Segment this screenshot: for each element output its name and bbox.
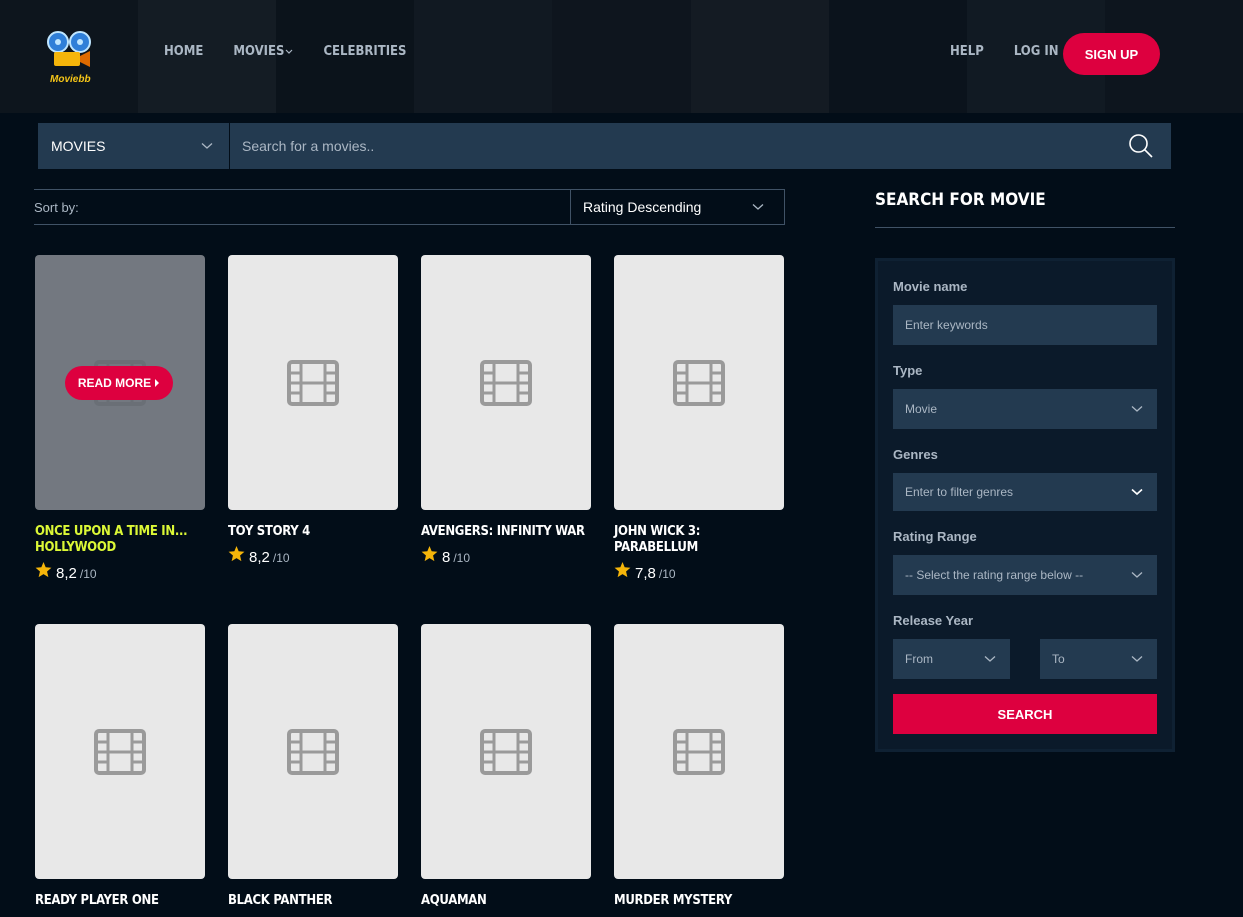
film-icon [673, 728, 725, 775]
chevron-down-icon [286, 49, 293, 54]
film-icon [480, 728, 532, 775]
nav-help[interactable]: HELP [950, 44, 984, 59]
movie-name-input[interactable] [905, 318, 1143, 332]
search-submit-icon-button[interactable] [1111, 123, 1171, 169]
rating-score: 8 [442, 549, 451, 566]
film-icon [94, 728, 146, 775]
nav-login[interactable]: LOG IN [1014, 44, 1059, 59]
movie-rating: 8,2 /10 [35, 562, 205, 582]
movie-card[interactable]: AQUAMAN [421, 624, 591, 909]
movie-card[interactable]: JOHN WICK 3: PARABELLUM 7,8 /10 [614, 255, 784, 582]
film-icon [287, 359, 339, 406]
chevron-down-icon [984, 656, 996, 662]
rating-scale: /10 [658, 567, 676, 581]
movie-poster[interactable] [228, 624, 398, 879]
rating-score: 8,2 [56, 565, 77, 582]
movie-title[interactable]: BLACK PANTHER [228, 893, 398, 909]
movie-rating: 8,2 /10 [228, 546, 398, 566]
nav-home[interactable]: HOME [164, 44, 203, 59]
rating-range-label: Rating Range [893, 529, 977, 544]
film-icon [287, 728, 339, 775]
rating-range-select[interactable]: -- Select the rating range below -- [893, 555, 1157, 595]
type-label: Type [893, 363, 923, 378]
sort-bar: Sort by: Rating Descending [34, 189, 785, 225]
movie-card[interactable]: MURDER MYSTERY [614, 624, 784, 909]
sort-label: Sort by: [34, 199, 79, 215]
movie-poster[interactable] [228, 255, 398, 510]
rating-scale: /10 [79, 567, 97, 581]
type-select[interactable]: Movie [893, 389, 1157, 429]
logo-text: Moviebb [50, 74, 91, 85]
search-icon [1129, 134, 1153, 158]
film-reel-icon [47, 31, 91, 67]
film-icon [480, 359, 532, 406]
movie-name-field [893, 305, 1157, 345]
read-more-button[interactable]: READ MORE [65, 366, 173, 400]
movie-card[interactable]: AVENGERS: INFINITY WAR 8 /10 [421, 255, 591, 566]
movie-title[interactable]: ONCE UPON A TIME IN... HOLLYWOOD [35, 524, 205, 556]
movie-title[interactable]: JOHN WICK 3: PARABELLUM [614, 524, 784, 556]
year-to-select[interactable]: To [1040, 639, 1157, 679]
year-from-select[interactable]: From [893, 639, 1010, 679]
rating-scale: /10 [272, 551, 290, 565]
chevron-down-icon [1131, 656, 1143, 662]
chevron-down-icon [201, 143, 213, 149]
sign-up-button[interactable]: SIGN UP [1063, 33, 1160, 75]
chevron-down-icon [752, 204, 764, 210]
search-button[interactable]: SEARCH [893, 694, 1157, 734]
movie-rating: 8 /10 [421, 546, 591, 566]
movie-name-label: Movie name [893, 279, 968, 294]
movie-card[interactable]: READY PLAYER ONE [35, 624, 205, 909]
movie-card[interactable]: READ MORE ONCE UPON A TIME IN... HOLLYWO… [35, 255, 205, 582]
movie-title[interactable]: MURDER MYSTERY [614, 893, 784, 909]
chevron-down-icon [1131, 406, 1143, 412]
movie-rating: 7,8 /10 [614, 562, 784, 582]
star-icon [228, 546, 245, 562]
top-search-bar: MOVIES [38, 123, 1171, 169]
movie-title[interactable]: TOY STORY 4 [228, 524, 398, 540]
movie-poster[interactable] [421, 624, 591, 879]
nav-movies[interactable]: MOVIES [233, 44, 293, 59]
movie-poster[interactable]: READ MORE [35, 255, 205, 510]
main-nav: HOME MOVIES CELEBRITIES [164, 44, 436, 59]
movie-title[interactable]: AQUAMAN [421, 893, 591, 909]
movie-card[interactable]: TOY STORY 4 8,2 /10 [228, 255, 398, 566]
divider [875, 227, 1175, 228]
nav-celebrities[interactable]: CELEBRITIES [323, 44, 406, 59]
movie-title[interactable]: AVENGERS: INFINITY WAR [421, 524, 591, 540]
movie-card[interactable]: BLACK PANTHER [228, 624, 398, 909]
star-icon [421, 546, 438, 562]
rating-scale: /10 [453, 551, 471, 565]
search-category-select[interactable]: MOVIES [38, 123, 230, 169]
movie-poster[interactable] [614, 255, 784, 510]
rating-score: 8,2 [249, 549, 270, 566]
chevron-down-icon [1131, 572, 1143, 578]
star-icon [35, 562, 52, 578]
site-header: Moviebb HOME MOVIES CELEBRITIES HELP LOG… [0, 0, 1243, 113]
sidebar-title: SEARCH FOR MOVIE [875, 190, 1046, 210]
release-year-label: Release Year [893, 613, 973, 628]
movie-search-form: Movie name Type Movie Genres Enter to fi… [875, 258, 1175, 752]
search-input[interactable] [230, 123, 1111, 169]
rating-score: 7,8 [635, 565, 656, 582]
movie-poster[interactable] [35, 624, 205, 879]
film-icon [673, 359, 725, 406]
chevron-down-icon [1131, 488, 1143, 496]
movie-title[interactable]: READY PLAYER ONE [35, 893, 205, 909]
caret-right-icon [155, 379, 160, 387]
movie-poster[interactable] [421, 255, 591, 510]
star-icon [614, 562, 631, 578]
movie-poster[interactable] [614, 624, 784, 879]
sort-select[interactable]: Rating Descending [570, 189, 785, 225]
genres-label: Genres [893, 447, 938, 462]
genres-select[interactable]: Enter to filter genres [893, 473, 1157, 511]
